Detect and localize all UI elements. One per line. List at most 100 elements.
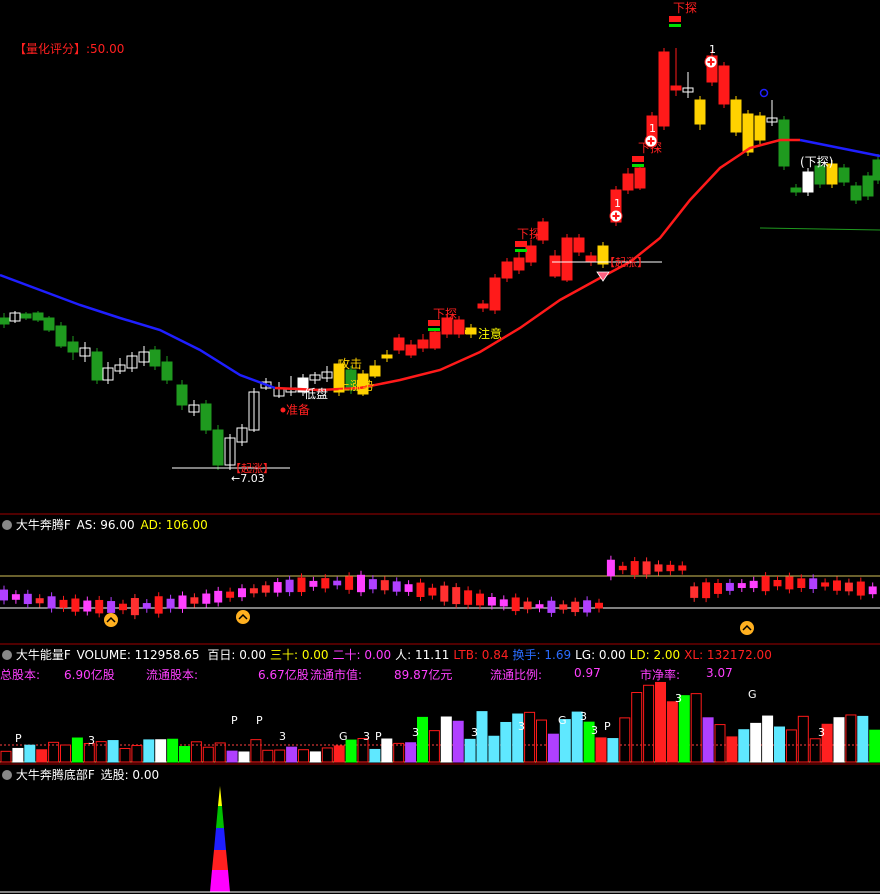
volume-letter: P — [231, 714, 238, 727]
candle-body — [417, 339, 429, 349]
oscillator-panel — [0, 555, 880, 635]
candle-body — [525, 245, 537, 263]
flag-box-green — [669, 24, 681, 27]
panel3-field: XL: 132172.00 — [684, 648, 772, 662]
volume-letter: 3 — [88, 734, 95, 747]
candle-body — [658, 51, 670, 127]
volume-bar — [71, 737, 83, 763]
candle-body — [91, 351, 103, 381]
panel3-field: 二十: 0.00 — [332, 648, 392, 662]
candle-body — [369, 365, 381, 377]
candle-body — [790, 187, 802, 193]
osc-bar — [368, 579, 377, 590]
panel3-field: LTB: 0.84 — [453, 648, 509, 662]
volume-bar — [298, 749, 309, 763]
signal-spike — [210, 870, 230, 892]
volume-letter: 3 — [818, 726, 825, 739]
volume-bar — [167, 738, 179, 763]
candle-body — [778, 119, 790, 167]
volume-bar — [417, 716, 428, 763]
volume-bar — [250, 739, 262, 763]
collapse-icon[interactable] — [2, 650, 12, 660]
panel3-header: 大牛能量F VOLUME: 112958.65 百日: 0.00 三十: 0.00… — [2, 646, 772, 663]
osc-bar — [23, 593, 32, 605]
osc-bar — [166, 598, 175, 609]
panel3-field: LG: 0.00 — [575, 648, 626, 662]
marker-xiatan-paren: (下探) — [800, 155, 833, 169]
volume-bar — [179, 746, 190, 763]
info-value: 6.90亿股 — [64, 668, 115, 682]
volume-bar — [155, 739, 167, 763]
candle-body — [742, 113, 754, 153]
volume-bar — [488, 735, 500, 763]
panel4-header: 大牛奔腾底部F 选股: 0.00 — [2, 766, 159, 783]
volume-bar — [738, 729, 750, 763]
osc-bar — [678, 565, 687, 571]
candle-body — [0, 317, 10, 325]
osc-bar — [345, 576, 354, 590]
osc-bar — [595, 602, 603, 609]
info-label: 市净率: — [640, 668, 681, 682]
panel2-ad: AD: 106.00 — [140, 518, 208, 532]
info-label: 流通市值: — [310, 668, 363, 682]
info-value: 0.97 — [574, 666, 601, 680]
osc-bar — [392, 581, 401, 592]
volume-bar — [750, 722, 762, 763]
panel3-title: 大牛能量F — [15, 648, 71, 662]
osc-bar — [285, 579, 294, 593]
osc-bar — [119, 603, 127, 611]
volume-bar — [702, 717, 714, 763]
candle-body — [561, 237, 573, 281]
volume-bar — [119, 747, 131, 763]
volume-bar — [785, 729, 797, 763]
volume-letter: G — [748, 688, 757, 701]
volume-bar — [12, 747, 24, 763]
volume-letter: 3 — [471, 726, 478, 739]
volume-panel: P 3P P3 G 3 P 3 3 3 G 33 P3 G3 — [0, 681, 880, 763]
candle-body — [549, 255, 561, 277]
info-value: 3.07 — [706, 666, 733, 680]
volume-bar — [595, 737, 607, 763]
osc-bar — [773, 580, 782, 587]
candle-body — [212, 429, 224, 466]
flag-box-green — [632, 164, 644, 167]
osc-bar — [618, 565, 627, 571]
osc-bar — [559, 604, 568, 610]
volume-bar — [428, 730, 440, 763]
flag-box-green — [428, 328, 440, 331]
volume-bar — [655, 681, 666, 763]
volume-bar — [452, 720, 464, 763]
volume-bar — [774, 726, 785, 763]
osc-bar — [702, 582, 711, 599]
candle-body — [670, 85, 682, 91]
main-price-panel: 下探下探下探下探准备注意低盘攻击上涨势【起涨】【起涨】(下探)111 — [0, 1, 880, 475]
volume-bar — [714, 724, 726, 763]
volume-bar — [238, 751, 250, 763]
osc-bar — [321, 578, 330, 589]
panel2-header: 大牛奔腾F AS: 96.00 AD: 106.00 — [2, 516, 208, 533]
osc-bar — [630, 561, 639, 575]
osc-bar — [725, 582, 734, 591]
collapse-icon[interactable] — [2, 520, 12, 530]
volume-bar — [857, 715, 869, 763]
collapse-icon[interactable] — [2, 770, 12, 780]
osc-bar — [95, 599, 104, 614]
osc-bar — [273, 582, 282, 593]
osc-bar — [71, 598, 80, 612]
osc-bar — [130, 598, 139, 616]
candle-body — [694, 99, 706, 125]
marker-shangsheng: 上涨势 — [338, 378, 374, 393]
signal-spike — [214, 828, 226, 850]
volume-bar — [333, 745, 345, 763]
low-price-label: ←7.03 — [231, 472, 265, 485]
osc-bar — [297, 577, 306, 593]
panel3-field: 百日: 0.00 — [207, 648, 266, 662]
volume-bar — [309, 751, 321, 763]
osc-bar — [380, 580, 389, 591]
marker-one: 1 — [614, 197, 621, 210]
volume-bar — [607, 738, 619, 763]
score-label: 【量化评分】:50.00 — [14, 42, 125, 56]
volume-bar — [476, 711, 488, 763]
osc-bar — [856, 581, 865, 596]
ma-line-blue — [0, 273, 276, 390]
